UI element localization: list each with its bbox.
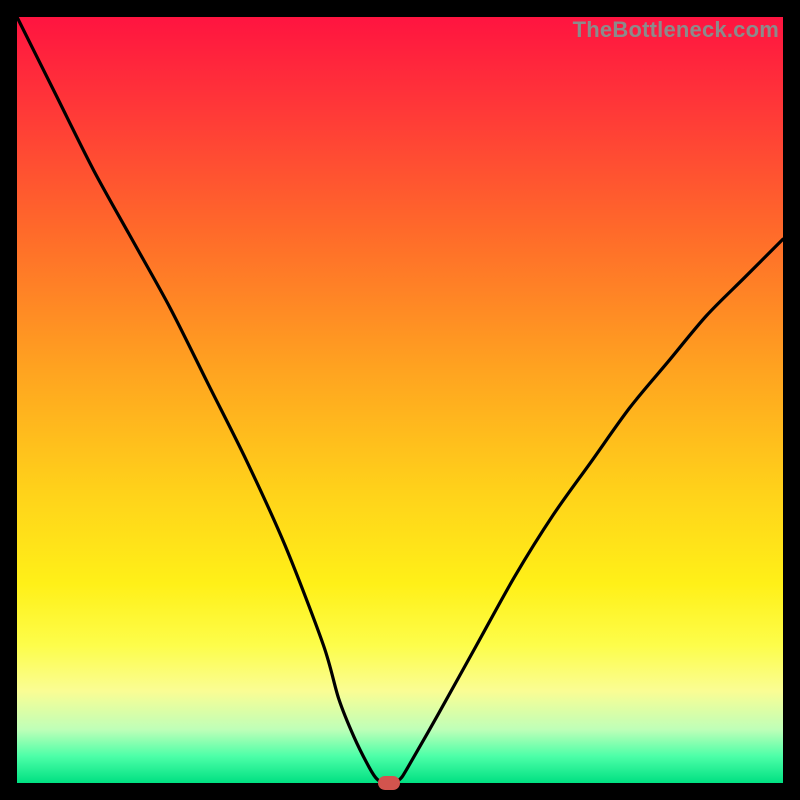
- chart-plot-area: TheBottleneck.com: [17, 17, 783, 783]
- bottleneck-curve: [17, 17, 783, 783]
- chart-frame: TheBottleneck.com: [0, 0, 800, 800]
- min-marker: [378, 776, 400, 790]
